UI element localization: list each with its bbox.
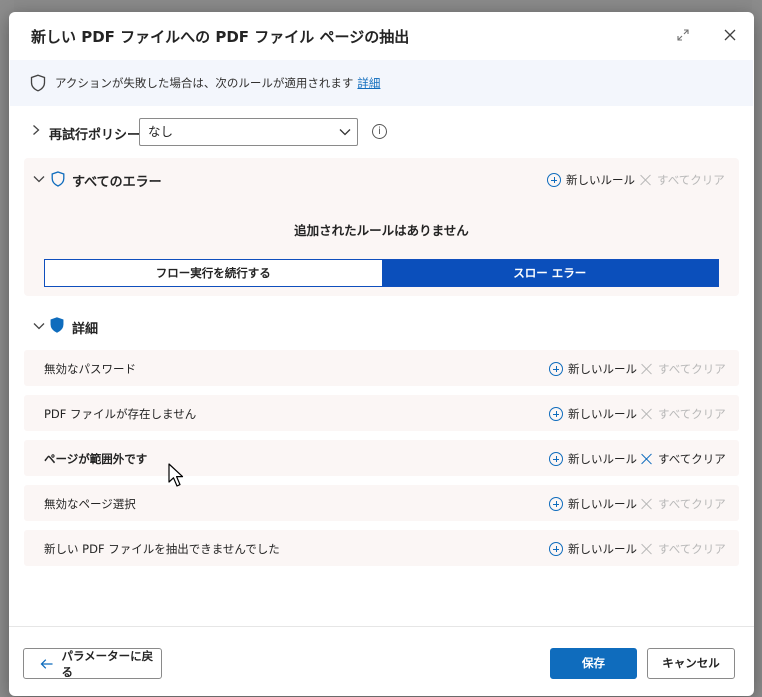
new-rule-label: 新しいルール [568,497,637,511]
info-text: アクションが失敗した場合は、次のルールが適用されます [55,76,354,90]
new-rule-button[interactable]: 新しいルール [547,172,635,188]
shield-filled-icon [50,317,64,333]
rule-name: PDF ファイルが存在しません [44,407,197,421]
details-title: 詳細 [72,322,99,337]
clear-all-button[interactable]: すべてクリア [641,541,726,557]
new-rule-label: 新しいルール [568,452,637,466]
clear-all-label: すべてクリア [657,173,725,187]
details-link[interactable]: 詳細 [357,76,380,90]
clear-all-label: すべてクリア [658,407,726,421]
expand-icon[interactable] [674,26,692,44]
rule-row: ページが範囲外です 新しいルール すべてクリア [24,440,739,476]
add-circle-icon [549,362,563,376]
add-circle-icon [549,452,563,466]
rule-name: ページが範囲外です [44,452,148,466]
clear-all-button[interactable]: すべてクリア [641,496,726,512]
new-rule-button[interactable]: 新しいルール [549,496,637,512]
throw-error-option[interactable]: スロー エラー [381,260,718,286]
all-errors-title: すべてのエラー [72,175,162,190]
save-button[interactable]: 保存 [550,648,637,679]
new-rule-button[interactable]: 新しいルール [549,406,637,422]
rule-row: PDF ファイルが存在しません 新しいルール すべてクリア [24,395,739,431]
new-rule-button[interactable]: 新しいルール [549,361,637,377]
clear-all-button[interactable]: すべてクリア [641,406,726,422]
new-rule-button[interactable]: 新しいルール [549,541,637,557]
clear-icon [641,408,653,420]
cancel-button[interactable]: キャンセル [647,648,735,679]
clear-all-label: すべてクリア [658,542,726,556]
shield-icon [30,74,46,92]
new-rule-button[interactable]: 新しいルール [549,451,637,467]
rule-name: 無効なパスワード [44,362,136,376]
retry-policy-row: 再試行ポリシー なし i [29,118,729,146]
chevron-down-icon[interactable] [33,174,45,184]
clear-all-label: すべてクリア [658,497,726,511]
add-circle-icon [547,173,561,187]
clear-all-button[interactable]: すべてクリア [640,172,725,188]
chevron-down-icon[interactable] [33,321,45,331]
dialog-title: 新しい PDF ファイルへの PDF ファイル ページの抽出 [31,28,410,46]
add-circle-icon [549,407,563,421]
retry-policy-select[interactable]: なし [139,118,358,146]
retry-policy-label: 再試行ポリシー [49,128,141,143]
details-section-header: 詳細 [29,317,329,340]
all-errors-section: すべてのエラー 新しいルール すべてクリア 追加されたルールはありません フロー… [24,158,739,296]
add-circle-icon [549,542,563,556]
error-action-toggle: フロー実行を続行する スロー エラー [44,259,719,287]
mouse-cursor-icon [168,463,184,487]
arrow-left-icon [40,658,53,669]
info-message: アクションが失敗した場合は、次のルールが適用されます 詳細 [55,75,380,91]
info-icon[interactable]: i [372,124,387,139]
clear-all-button[interactable]: すべてクリア [641,451,726,467]
chevron-down-icon [339,129,351,136]
rule-name: 無効なページ選択 [44,497,136,511]
clear-icon [641,363,653,375]
dialog-header: 新しい PDF ファイルへの PDF ファイル ページの抽出 [9,12,754,60]
clear-all-label: すべてクリア [658,452,726,466]
clear-icon [641,543,653,555]
new-rule-label: 新しいルール [568,542,637,556]
footer-divider [9,626,754,627]
shield-icon [51,171,65,187]
chevron-right-icon[interactable] [32,124,42,138]
rule-row: 無効なページ選択 新しいルール すべてクリア [24,485,739,521]
continue-flow-option[interactable]: フロー実行を続行する [45,260,382,286]
add-circle-icon [549,497,563,511]
no-rules-message: 追加されたルールはありません [294,223,469,238]
clear-all-label: すべてクリア [658,362,726,376]
clear-icon [641,498,653,510]
clear-icon [641,453,653,465]
new-rule-label: 新しいルール [568,362,637,376]
back-to-parameters-button[interactable]: パラメーターに戻る [23,648,162,679]
rule-name: 新しい PDF ファイルを抽出できませんでした [44,542,280,556]
clear-icon [640,174,652,186]
new-rule-label: 新しいルール [568,407,637,421]
rule-row: 新しい PDF ファイルを抽出できませんでした 新しいルール すべてクリア [24,530,739,566]
retry-policy-value: なし [148,124,174,139]
info-bar: アクションが失敗した場合は、次のルールが適用されます 詳細 [10,60,753,106]
close-icon[interactable] [720,25,740,45]
clear-all-button[interactable]: すべてクリア [641,361,726,377]
new-rule-label: 新しいルール [566,173,635,187]
rule-row: 無効なパスワード 新しいルール すべてクリア [24,350,739,386]
error-handling-dialog: 新しい PDF ファイルへの PDF ファイル ページの抽出 アクションが失敗し… [9,12,754,696]
back-label: パラメーターに戻る [61,648,154,679]
